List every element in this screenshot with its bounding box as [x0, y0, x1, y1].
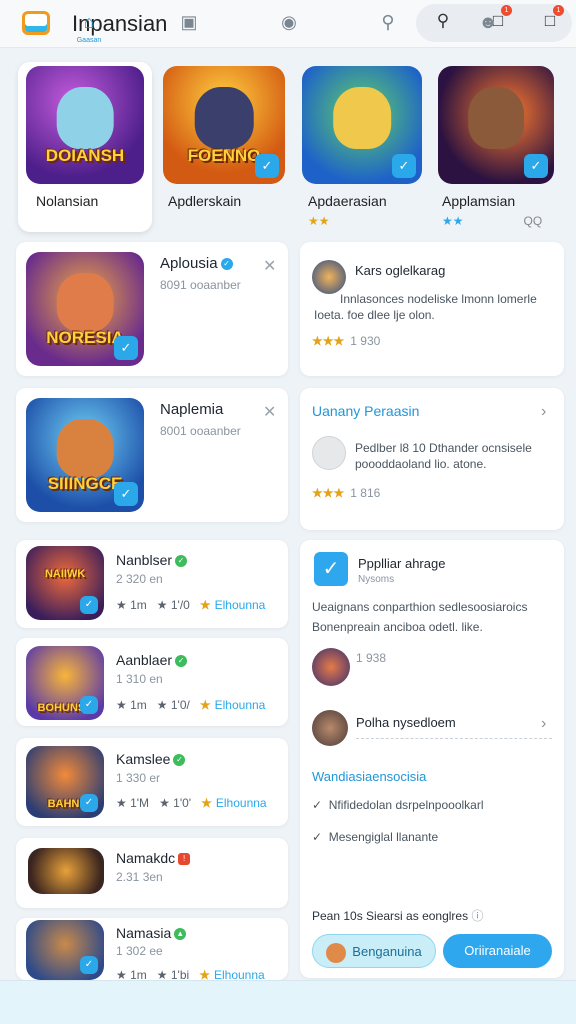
- avatar: [312, 260, 346, 294]
- card-title: Uanany Peraasin: [312, 403, 420, 419]
- game-tile-name: Applamsian: [442, 193, 516, 209]
- list-subtitle: 1 330 er: [116, 771, 161, 785]
- game-art: SIIINGCE ✓: [26, 398, 144, 512]
- game-art: ✓: [26, 920, 104, 980]
- close-icon[interactable]: ✕: [263, 256, 276, 276]
- game-art: BAHNI ✓: [26, 746, 104, 818]
- list-subtitle: 2 320 en: [116, 572, 163, 586]
- card-body: poooddaoland lio. atone.: [355, 457, 487, 471]
- checkmark-icon: ✓: [80, 596, 98, 614]
- list-title: Nanblser ✓: [116, 552, 188, 568]
- checkmark-icon: ✓: [255, 154, 279, 178]
- panel-section-title: Wandiasiaensocisia: [312, 769, 427, 784]
- panel-row-title[interactable]: Polha nysedloem: [356, 715, 456, 730]
- game-art: [28, 848, 104, 894]
- panel-subtitle: Nysoms: [358, 574, 395, 585]
- tab-home-label: Gaasan: [76, 37, 102, 44]
- rating-stars: ★★★ 1 816: [312, 486, 381, 500]
- list-title: Kamslee ✓: [116, 751, 186, 767]
- chevron-right-icon[interactable]: ›: [541, 715, 546, 733]
- game-tile-name: Apdlerskain: [168, 193, 242, 209]
- checkmark-icon: ✓: [80, 794, 98, 812]
- list-subtitle: 1 302 ee: [116, 944, 163, 958]
- list-meta: ★ 1m ★ 1'/0 ★ Elhounna: [116, 598, 266, 612]
- card-body: Innlasonces nodeliske lmonn lomerle: [340, 292, 537, 306]
- bottom-tab-bar: [0, 980, 576, 1024]
- card-title: Aplousia ✓: [160, 255, 233, 272]
- avatar: [312, 648, 350, 686]
- list-subtitle: 1 310 en: [116, 672, 163, 686]
- card-subtitle: 8001 ooaanber: [160, 424, 241, 438]
- checkmark-icon: ✓: [114, 482, 138, 506]
- divider: [356, 738, 552, 739]
- profile-icon[interactable]: ☻: [476, 10, 500, 34]
- star-icon: ★: [201, 796, 212, 810]
- games-icon[interactable]: ◉: [277, 10, 301, 34]
- star-icon: ★: [199, 698, 211, 712]
- notification-badge: 1: [501, 5, 512, 16]
- card-body: Ioeta. foe dlee lje olon.: [314, 308, 435, 322]
- check-item: ✓ Nfifidedolan dsrpelnpooolkarl: [312, 798, 484, 812]
- game-tile-rating: ★★: [308, 214, 330, 228]
- panel-count: 1 938: [356, 651, 387, 665]
- verified-icon: ✓: [173, 754, 186, 767]
- game-art: BOHUNSE ✓: [26, 646, 104, 720]
- checkmark-icon: ✓: [80, 956, 98, 974]
- chevron-right-icon[interactable]: ›: [541, 403, 546, 421]
- panel-body: Ueaignans conparthion sedlesoosiaroics: [312, 600, 528, 614]
- star-icon: ★: [199, 598, 211, 612]
- rating-stars: ★★★ 1 930: [312, 334, 381, 348]
- list-meta: ★ 1'M ★ 1'0' ★ Elhounna: [116, 796, 267, 810]
- verified-icon: ✓: [220, 258, 233, 271]
- avatar: [326, 942, 347, 963]
- primary-button[interactable]: Oriiranaiale: [443, 934, 552, 968]
- avatar: [312, 710, 348, 746]
- panel-title: Ppplliar ahrage: [358, 556, 446, 571]
- list-title: Aanblaer ✓: [116, 652, 188, 668]
- library-icon[interactable]: ▣: [177, 10, 201, 34]
- search-icon[interactable]: ⚲: [432, 10, 454, 32]
- game-art: ✓: [302, 66, 422, 184]
- checkmark-icon: ✓: [80, 696, 98, 714]
- game-tile-name: Nolansian: [36, 193, 99, 209]
- list-subtitle: 2.31 3en: [116, 870, 163, 884]
- game-art: NORESIA ✓: [26, 252, 144, 366]
- game-art: FOENNO ✓: [163, 66, 285, 184]
- card-title: Naplemia: [160, 401, 224, 418]
- list-title: Namakdc!: [116, 850, 191, 866]
- check-icon: ✓: [312, 830, 323, 844]
- game-tile-name: Apdaerasian: [308, 193, 387, 209]
- verified-icon: ▲: [174, 928, 187, 941]
- panel-body: Bonenpreain anciboa odetl. like.: [312, 620, 483, 634]
- search-icon[interactable]: ⚲: [376, 10, 400, 34]
- message-badge: 1: [553, 5, 564, 16]
- app-logo-icon: [22, 11, 50, 35]
- game-tile-rating: ★★ QQ: [442, 214, 543, 228]
- card-subtitle: 8091 ooaanber: [160, 278, 241, 292]
- checkmark-icon: ✓: [392, 154, 416, 178]
- card-title: Kars oglelkarag: [355, 263, 446, 278]
- game-art: DOIANSH: [26, 66, 144, 184]
- check-icon: ✓: [312, 798, 323, 812]
- checkmark-icon: ✓: [114, 336, 138, 360]
- home-icon[interactable]: ⌂: [77, 10, 101, 34]
- info-icon: ⓘ: [471, 909, 484, 923]
- avatar: [312, 436, 346, 470]
- alert-icon: !: [178, 853, 191, 866]
- verified-icon: ✓: [175, 655, 188, 668]
- panel-footer: Pean 10s Siearsi as eonglres ⓘ: [312, 909, 484, 923]
- game-art: ✓: [438, 66, 554, 184]
- checkmark-icon: ✓: [524, 154, 548, 178]
- card-body: Pedlber l8 10 Dthander ocnsisele: [355, 441, 532, 455]
- close-icon[interactable]: ✕: [263, 402, 276, 422]
- secondary-button[interactable]: Benganuina: [312, 934, 436, 968]
- message-icon[interactable]: □ 1: [539, 5, 564, 32]
- list-title: Namasia ▲: [116, 925, 187, 941]
- check-item: ✓ Mesengiglal llanante: [312, 830, 439, 844]
- list-meta: ★ 1m ★ 1'0/ ★ Elhounna: [116, 698, 266, 712]
- verified-icon: ✓: [175, 555, 188, 568]
- game-art: NAIIWK ✓: [26, 546, 104, 620]
- checkbox-icon[interactable]: ✓: [314, 552, 348, 586]
